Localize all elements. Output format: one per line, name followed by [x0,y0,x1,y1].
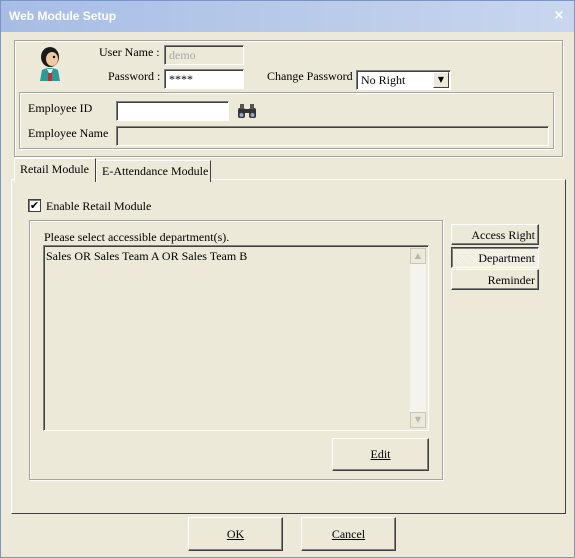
access-right-button[interactable]: Access Right [451,224,539,245]
reminder-label: Reminder [487,273,535,287]
enable-retail-checkbox[interactable]: ✔ [28,199,41,212]
cancel-button-label: Cancel [331,527,366,541]
title-bar[interactable]: Web Module Setup × [1,1,574,32]
tab-retail-module[interactable]: Retail Module [14,158,96,182]
department-group-caption: Please select accessible department(s). [44,230,230,244]
web-module-setup-dialog: Web Module Setup × User Name : demo Pass… [0,0,575,558]
username-label: User Name : [99,45,160,59]
password-field[interactable]: **** [164,69,244,89]
enable-retail-label: Enable Retail Module [46,199,152,213]
access-right-label: Access Right [471,228,535,242]
edit-button-label: Edit [370,447,391,461]
tab-retail-module-label: Retail Module [20,162,89,176]
reminder-button[interactable]: Reminder [451,269,539,290]
department-list[interactable]: Sales OR Sales Team A OR Sales Team B ▲ … [43,245,429,431]
department-list-text: Sales OR Sales Team A OR Sales Team B [46,249,248,263]
department-label: Department [478,251,535,265]
employee-id-field[interactable] [116,101,229,121]
tab-e-attendance-module-label: E-Attendance Module [102,164,209,178]
employee-id-label: Employee ID [28,101,93,115]
change-password-label: Change Password [267,69,353,83]
cancel-button[interactable]: Cancel [301,517,396,551]
change-password-select[interactable]: No Right ▼ [356,70,451,90]
close-icon[interactable]: × [550,8,568,24]
employee-name-field [116,126,549,146]
department-list-scrollbar[interactable]: ▲ ▼ [410,248,426,428]
change-password-value: No Right [361,73,406,87]
edit-button[interactable]: Edit [332,438,429,471]
scroll-down-icon[interactable]: ▼ [410,412,426,428]
window-title: Web Module Setup [9,9,117,23]
password-label: Password : [108,69,161,83]
scroll-up-icon[interactable]: ▲ [410,248,426,264]
department-button[interactable]: Department [451,247,539,268]
ok-button-label: OK [226,527,245,541]
ok-button[interactable]: OK [188,517,283,551]
employee-name-label: Employee Name [28,126,109,140]
dropdown-arrow-icon[interactable]: ▼ [433,72,449,88]
binoculars-icon[interactable] [237,102,257,120]
username-field: demo [164,45,244,65]
user-avatar-icon [36,45,64,81]
tab-e-attendance-module[interactable]: E-Attendance Module [96,160,211,182]
